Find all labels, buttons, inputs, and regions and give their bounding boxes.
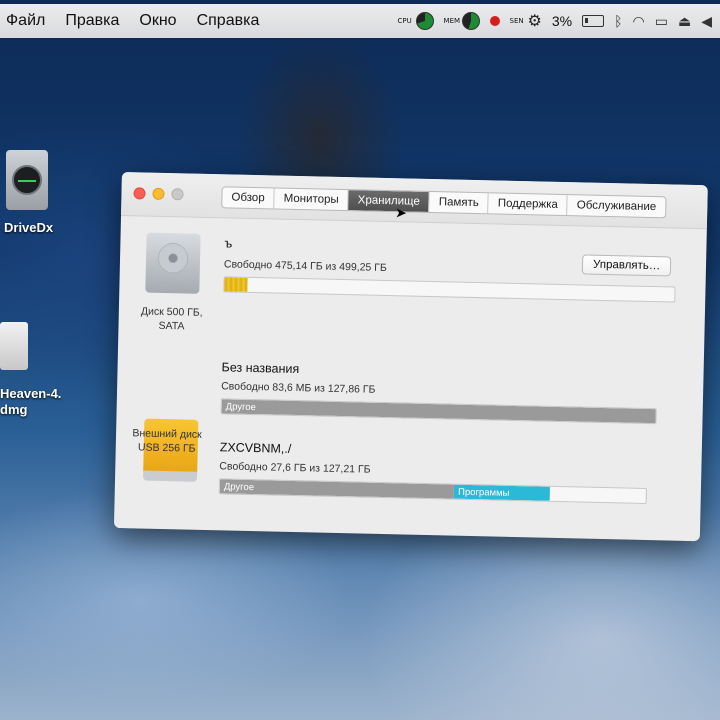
- sen-label: SEN: [509, 16, 524, 25]
- storage-usage-bar: [223, 276, 676, 303]
- usage-segment-apps: Программы: [453, 484, 551, 501]
- minimize-button[interactable]: [152, 187, 165, 200]
- battery-percent[interactable]: 3%: [552, 13, 572, 29]
- about-this-mac-window: Обзор Мониторы Хранилище Память Поддержк…: [113, 172, 708, 542]
- mem-pie-icon[interactable]: [461, 12, 480, 30]
- heaven-dmg-label-line2[interactable]: dmg: [0, 402, 27, 417]
- external-disk-caption-line1: Внешний диск: [132, 427, 202, 441]
- storage-usage-bar: Другое Программы: [218, 478, 647, 504]
- usage-segment-other: Другое: [221, 399, 656, 424]
- gear-icon[interactable]: ⚙: [528, 11, 542, 31]
- volume-name: Без названия: [221, 360, 300, 377]
- volume-name: ъ: [224, 236, 233, 251]
- mouse-cursor-icon: ➤: [394, 204, 408, 221]
- volume-icon[interactable]: ◀: [701, 13, 712, 30]
- record-icon[interactable]: [489, 16, 500, 26]
- internal-disk-caption: Диск 500 ГБ, SATA: [126, 304, 217, 334]
- menu-help[interactable]: Справка: [187, 12, 270, 30]
- bluetooth-icon[interactable]: ᛒ: [614, 13, 622, 29]
- manage-button[interactable]: Управлять…: [581, 254, 672, 277]
- menu-file[interactable]: Файл: [0, 12, 55, 30]
- external-disk-caption-line2: USB 256 ГБ: [137, 441, 196, 455]
- wifi-icon[interactable]: ◠: [633, 13, 645, 30]
- airplay-icon[interactable]: ▭: [655, 13, 668, 30]
- external-disk-caption: Внешний диск USB 256 ГБ: [122, 426, 213, 456]
- battery-icon[interactable]: [582, 15, 605, 27]
- tab-storage[interactable]: Хранилище: [348, 190, 431, 212]
- eject-icon[interactable]: ⏏: [678, 13, 691, 30]
- drivedx-label[interactable]: DriveDx: [4, 220, 53, 235]
- tab-bar: Обзор Мониторы Хранилище Память Поддержк…: [221, 186, 667, 219]
- internal-disk-icon: [145, 232, 201, 294]
- mem-label: MEM: [443, 16, 461, 25]
- volume-name: ZXCVBNM,./: [219, 440, 292, 456]
- cpu-label: CPU: [397, 16, 412, 25]
- tab-displays[interactable]: Мониторы: [274, 188, 349, 211]
- heaven-dmg-label-line1[interactable]: Heaven-4.: [0, 386, 61, 401]
- internal-disk-caption-line1: Диск 500 ГБ,: [140, 305, 203, 319]
- usage-segment-other: Другое: [219, 479, 455, 499]
- heaven-dmg-icon[interactable]: [0, 322, 28, 370]
- menu-bar: Файл Правка Окно Справка CPU MEM SEN ⚙ 3…: [0, 4, 720, 38]
- tab-overview[interactable]: Обзор: [222, 187, 275, 209]
- status-tray: CPU MEM SEN ⚙ 3% ᛒ ◠ ▭ ⏏ ◀: [398, 4, 712, 38]
- storage-usage-bar: Другое: [220, 398, 657, 425]
- zoom-button[interactable]: [171, 188, 184, 201]
- storage-panel: Диск 500 ГБ, SATA ъ Свободно 475,14 ГБ и…: [114, 216, 707, 541]
- volume-free-space: Свободно 83,6 МБ из 127,86 ГБ: [221, 380, 376, 396]
- usage-segment: [224, 277, 248, 292]
- cpu-pie-icon[interactable]: [415, 12, 434, 30]
- volume-free-space: Свободно 27,6 ГБ из 127,21 ГБ: [219, 460, 371, 476]
- menu-window[interactable]: Окно: [129, 12, 186, 30]
- volume-free-space: Свободно 475,14 ГБ из 499,25 ГБ: [223, 258, 387, 275]
- drivedx-app-icon[interactable]: [6, 150, 48, 210]
- close-button[interactable]: [133, 187, 146, 200]
- tab-service[interactable]: Обслуживание: [568, 195, 666, 217]
- internal-disk-caption-line2: SATA: [158, 319, 185, 333]
- tab-support[interactable]: Поддержка: [488, 193, 569, 216]
- menu-edit[interactable]: Правка: [55, 12, 129, 30]
- tab-memory[interactable]: Память: [429, 191, 490, 214]
